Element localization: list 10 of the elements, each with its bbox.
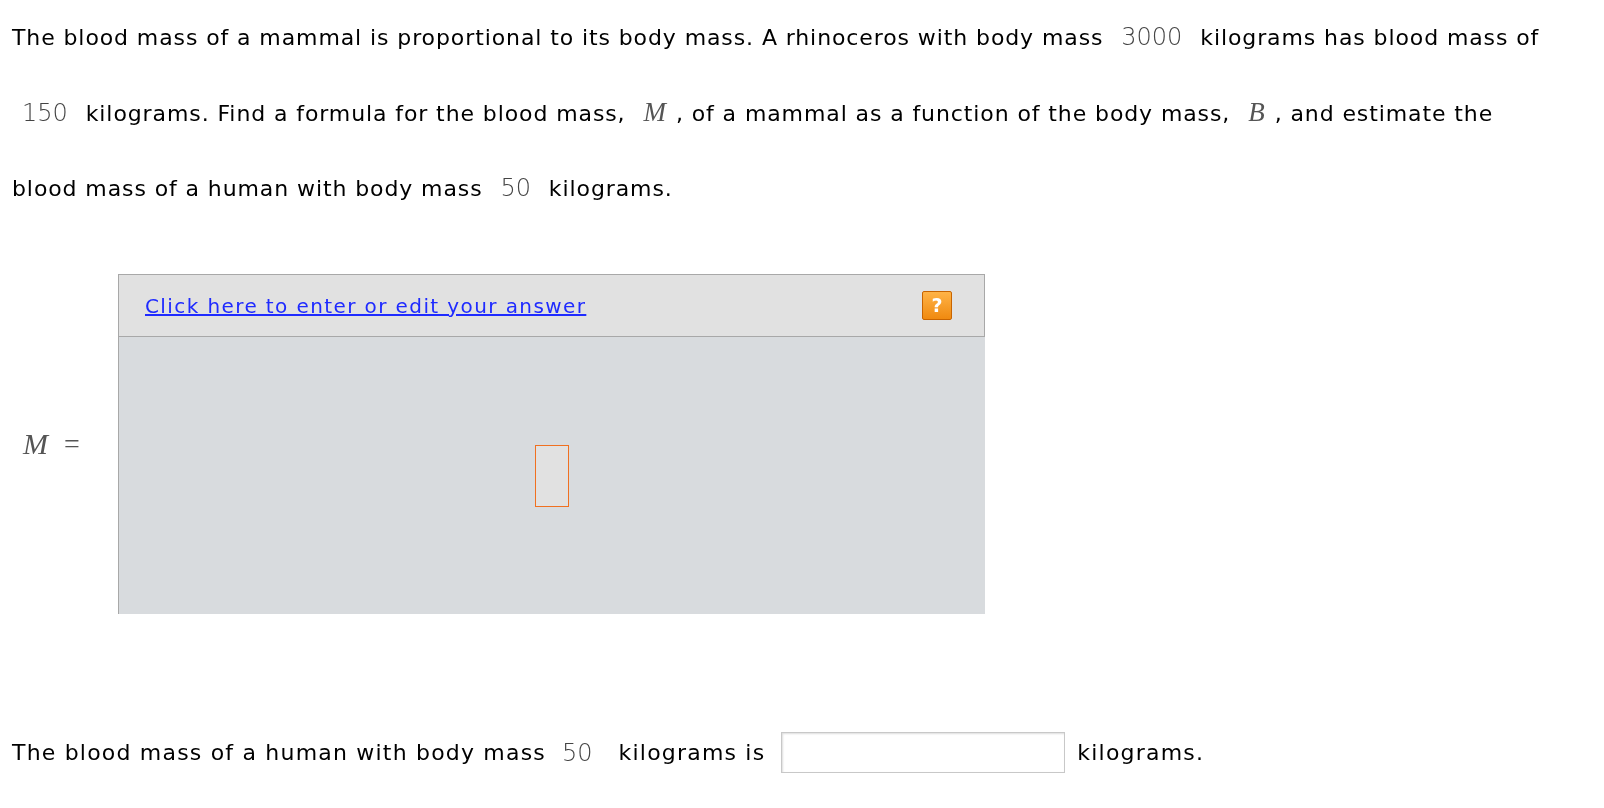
problem-text: The blood mass of a mammal is proportional to its body mass. A rhinoceros with body mass 3000 kilograms has blood mass of 150 kilograms. Find a formula for the blood mass, M , of a mammal as a function of the body mass, B , and estimate the blood mass of a human with body mass 50 kilograms. [12,22,1541,204]
number-value: 50 [562,738,593,767]
answer-slot[interactable] [535,444,569,507]
edit-answer-link[interactable]: Click here to enter or edit your answer [145,293,587,318]
answer-input[interactable] [781,732,1066,773]
variable-label: M [23,427,48,461]
sentence-text: kilograms is [618,740,766,765]
sentence-text: The blood mass of a human with body mass [12,740,546,765]
equals-sign: = [64,428,80,460]
sentence-text: kilograms. [1077,740,1205,765]
